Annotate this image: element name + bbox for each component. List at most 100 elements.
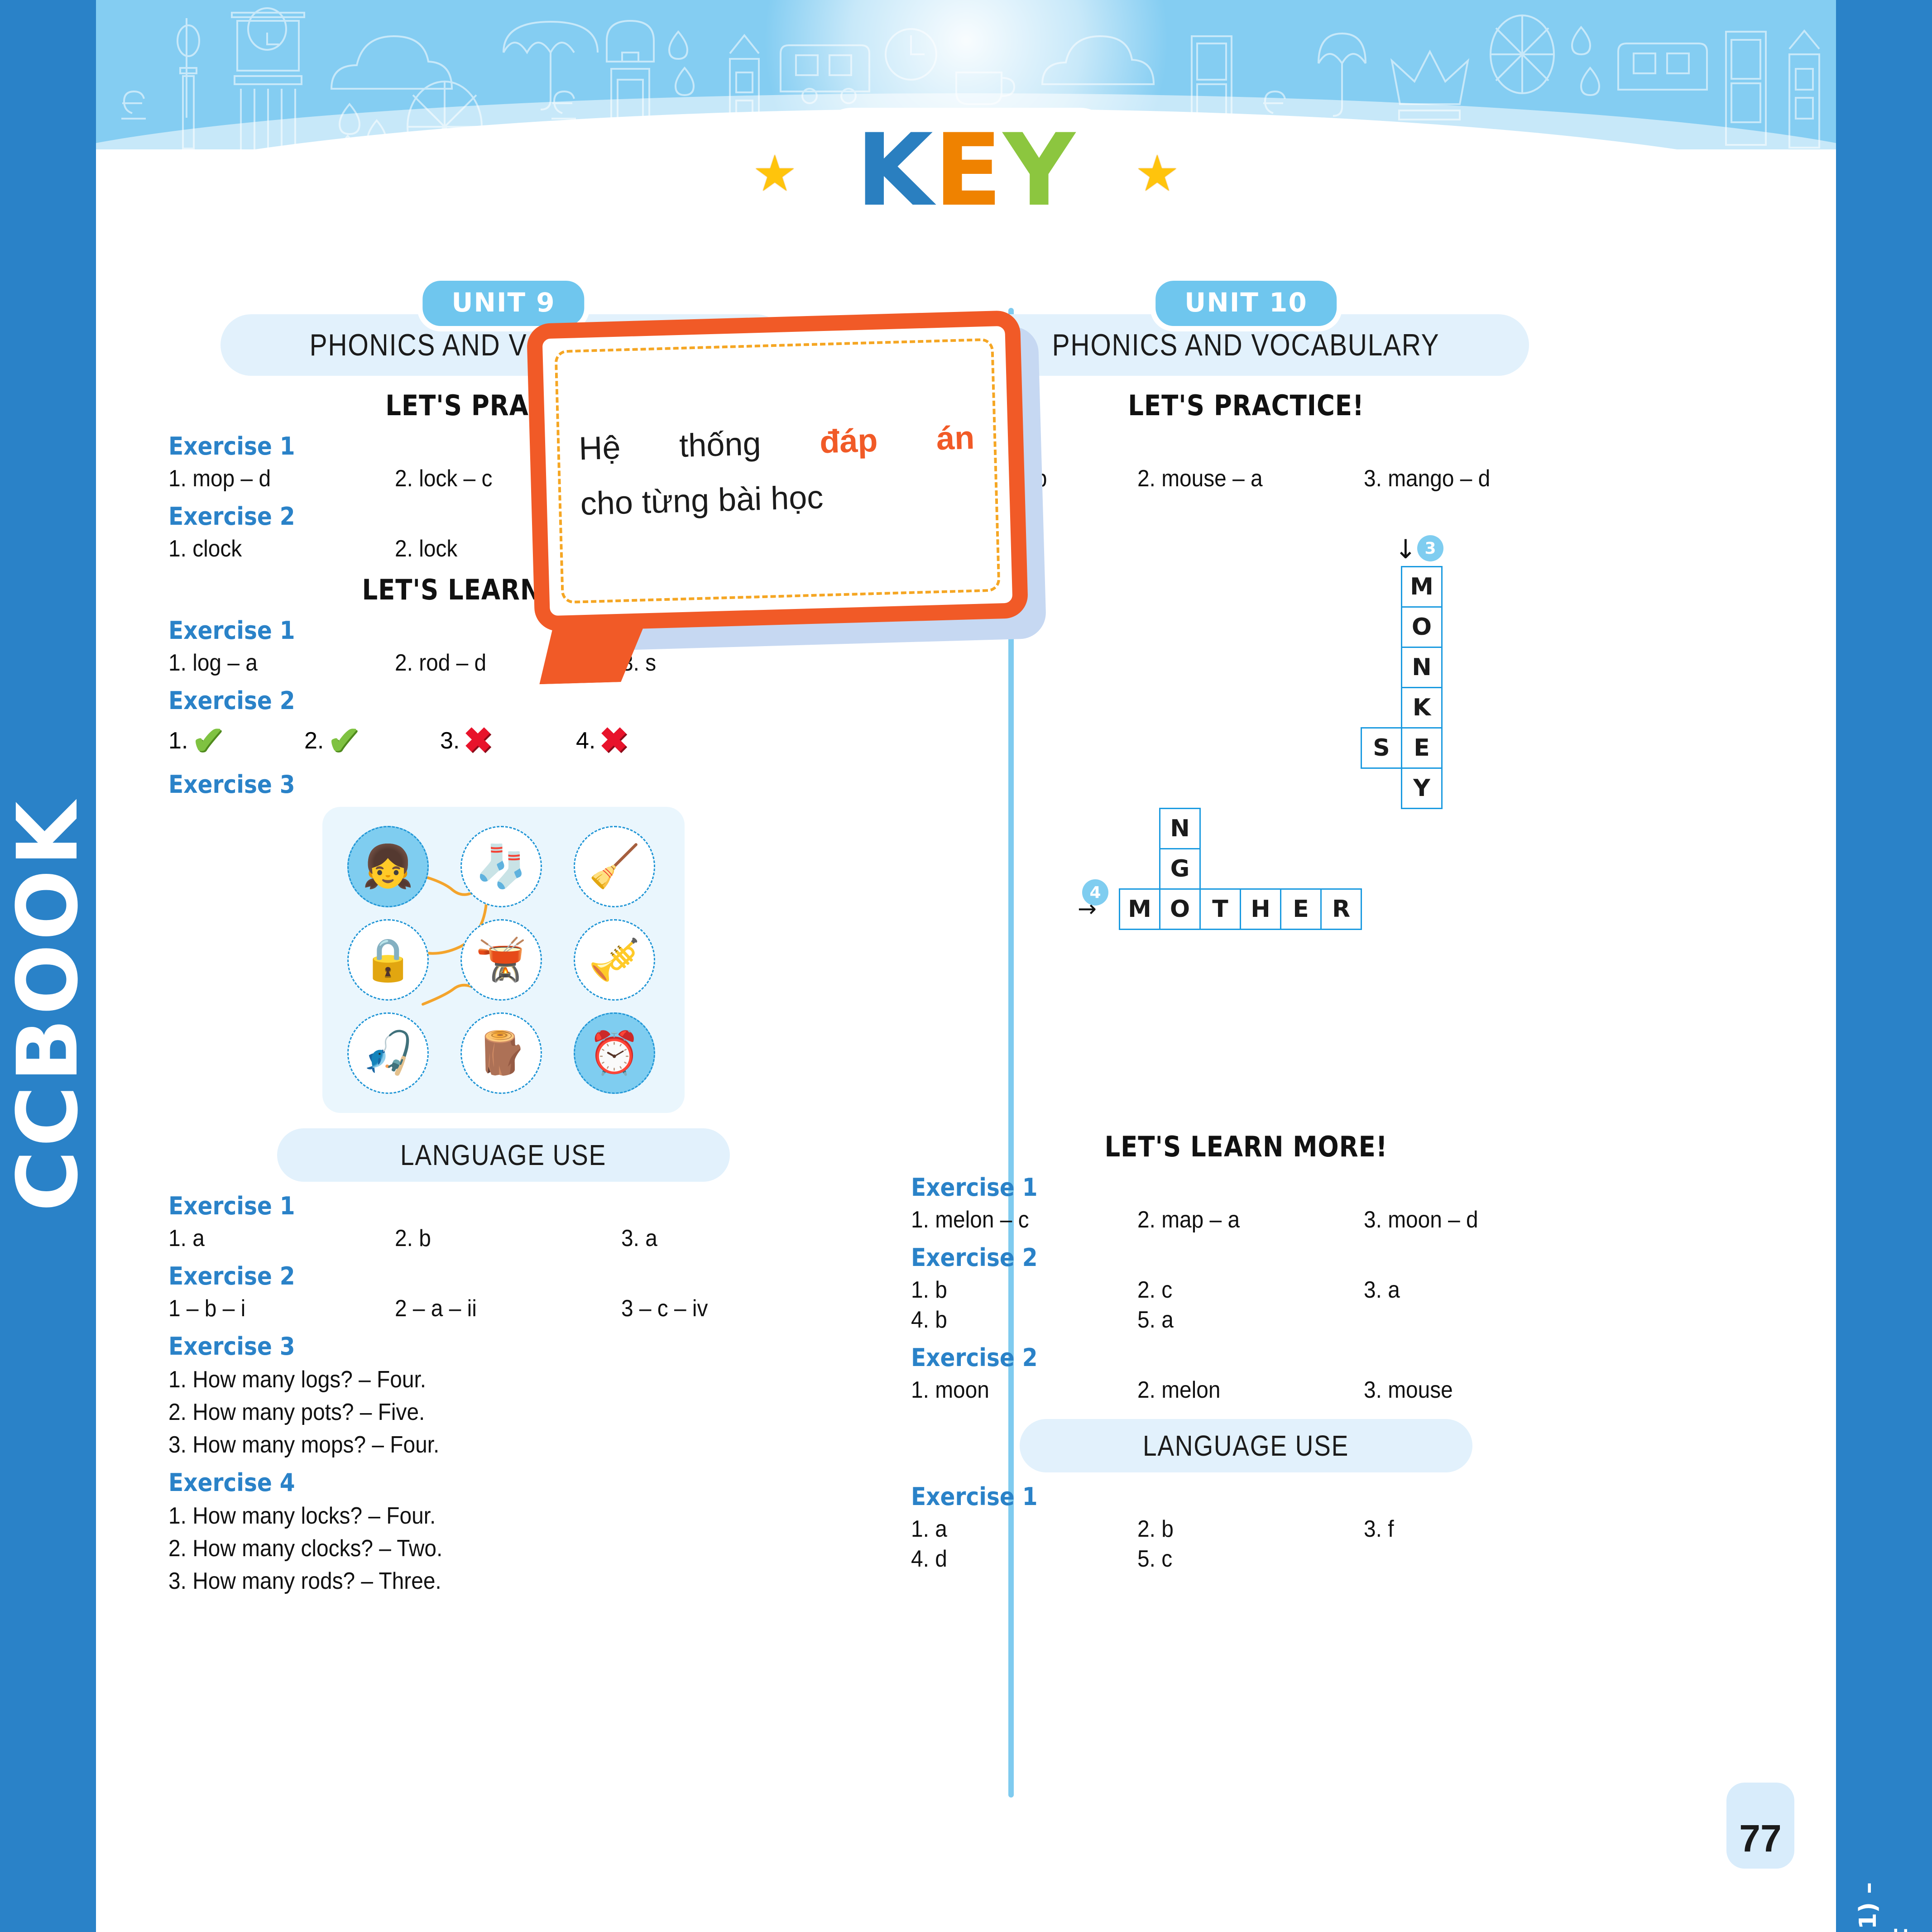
crossword-cell: T [1199, 888, 1241, 930]
answer-cell: 2. c [1137, 1277, 1173, 1303]
answer-cell: 2. mouse – a [1137, 465, 1263, 492]
crossword-cell: M [1119, 888, 1160, 930]
answer-cell: 1. a [168, 1225, 205, 1251]
right-langused-ex1-heading: Exercise 1 [911, 1482, 1038, 1511]
crossword-cell: R [1320, 888, 1362, 930]
answer-line: 2. How many pots? – Five. [168, 1399, 425, 1425]
answer-cell: 5. a [1137, 1307, 1174, 1333]
left-language-use-label: LANGUAGE USE [400, 1139, 607, 1171]
callout-bubble: Hệ thống đáp án cho từng bài học [526, 310, 1029, 632]
crossword-cell: Y [1401, 767, 1443, 809]
picture-cell[interactable]: 👧 [336, 822, 440, 911]
left-langused-ex4-heading: Exercise 4 [168, 1468, 295, 1497]
right-learnmore-ex2b-heading: Exercise 2 [911, 1343, 1038, 1372]
check-icon: ✔ [327, 719, 360, 762]
right-lesson-title-learn-more: LET'S LEARN MORE! [1104, 1130, 1388, 1163]
answer-cell: 5. c [1137, 1546, 1173, 1572]
unit-10-section-label: PHONICS AND VOCABULARY [1052, 328, 1440, 362]
cross-icon: ✖ [599, 721, 628, 760]
mop-icon: 🧹 [574, 826, 655, 907]
right-language-use-label: LANGUAGE USE [1143, 1429, 1349, 1462]
callout-word-thong: thống [679, 425, 762, 464]
answer-cell: 2 – a – ii [395, 1295, 477, 1322]
cross-icon: ✖ [463, 721, 493, 760]
picture-cell[interactable]: 🎣 [336, 1009, 440, 1098]
answer-row: 1. melon – c 2. map – a 3. moon – d [911, 1206, 1581, 1233]
answer-cell: 1. b [911, 1277, 947, 1303]
answer-cell: 1. moon [911, 1377, 989, 1403]
answer-line: 3. How many rods? – Three. [168, 1568, 441, 1594]
true-false-item: 3. ✖ [440, 724, 576, 758]
true-false-item: 2. ✔ [304, 721, 440, 760]
key-letter-y: Y [1003, 112, 1076, 228]
answer-row: 1. a 2. b 3. f [911, 1515, 1581, 1543]
sock-icon: 🧦 [460, 826, 542, 907]
right-language-use-bar: LANGUAGE USE [1020, 1419, 1472, 1472]
item-number: 3. [440, 728, 460, 754]
callout-word-he: Hệ [578, 429, 621, 467]
left-langused-ex2-heading: Exercise 2 [168, 1262, 295, 1290]
left-learnmore-ex2-heading: Exercise 2 [168, 686, 295, 715]
answer-cell [1364, 1306, 1564, 1333]
crossword-down-arrow-icon: ↓ [1395, 534, 1417, 565]
picture-cell[interactable]: 🎺 [562, 916, 666, 1004]
picture-cell[interactable]: 🫕 [449, 916, 553, 1004]
answer-key-page: ★ K E Y ★ UNIT 9 PHONICS AND VOCABULARY … [96, 0, 1836, 1932]
answer-row: 1. b 2. c 3. a [911, 1276, 1581, 1304]
crossword-cell: M [1401, 566, 1443, 608]
picture-matching-box: 👧 🧦 🧹 🔒 🫕 🎺 🎣 🪵 ⏰ [322, 807, 685, 1113]
left-brand-rail: CCBOOK [0, 0, 96, 1932]
key-letter-e: E [934, 112, 1003, 228]
answer-cell: 3. mango – d [1364, 465, 1491, 492]
crossword-cell: O [1159, 888, 1201, 930]
callout-text: Hệ thống đáp án cho từng bài học [577, 359, 978, 583]
answer-line: 3. How many mops? – Four. [168, 1432, 440, 1458]
check-icon: ✔ [192, 719, 225, 762]
page-number-badge: 77 [1726, 1783, 1794, 1869]
answer-row: 1 – b – i 2 – a – ii 3 – c – iv [168, 1295, 839, 1322]
picture-cell[interactable]: 🔒 [336, 916, 440, 1004]
crossword-cell: S [1361, 727, 1402, 769]
true-false-row: 1. ✔ 2. ✔ 3. ✖ 4. ✖ [168, 721, 839, 760]
right-rail-line-1: Build-up 1B – Có đáp án (theo bộ sách Ti… [1854, 1882, 1883, 1932]
crossword-cell: N [1401, 647, 1443, 688]
crossword-cell: E [1401, 727, 1443, 769]
answer-cell: 3. s [621, 650, 657, 676]
true-false-item: 1. ✔ [168, 721, 304, 760]
answer-cell: 2. melon [1137, 1377, 1221, 1403]
answer-row: 4. d 5. c [911, 1545, 1581, 1572]
right-brand-rail: Build-up 1B – Có đáp án (theo bộ sách Ti… [1836, 0, 1932, 1932]
right-rail-line-2: Phát triển vốn từ vựng, cấu trúc câu, kĩ… [1885, 1882, 1914, 1932]
answer-cell: 1. melon – c [911, 1207, 1029, 1233]
unit-10-pill: UNIT 10 [1155, 281, 1337, 326]
callout-line-2: cho từng bài học [580, 479, 824, 523]
crossword-cell: H [1240, 888, 1281, 930]
picture-cell[interactable]: 🧦 [449, 822, 553, 911]
key-letter-k: K [856, 112, 934, 228]
answer-cell: 2. b [395, 1225, 431, 1251]
picture-cell[interactable]: 🧹 [562, 822, 666, 911]
true-false-item: 4. ✖ [576, 724, 712, 758]
star-right-icon: ★ [1135, 146, 1180, 201]
left-language-use-bar: LANGUAGE USE [277, 1128, 730, 1182]
answer-cell: 4. b [911, 1307, 947, 1333]
answer-cell: 3. a [621, 1225, 657, 1251]
answer-cell: 2. map – a [1137, 1207, 1240, 1233]
trumpet-icon: 🎺 [574, 919, 655, 1001]
picture-grid: 👧 🧦 🧹 🔒 🫕 🎺 🎣 🪵 ⏰ [336, 822, 671, 1098]
answer-cell: 1. clock [168, 536, 242, 562]
picture-cell[interactable]: ⏰ [562, 1009, 666, 1098]
crossword-clue-number-3: 3 [1417, 535, 1443, 561]
girl-icon: 👧 [347, 826, 429, 907]
picture-cell[interactable]: 🪵 [449, 1009, 553, 1098]
answer-cell: 2. b [1137, 1516, 1174, 1542]
clock-icon: ⏰ [574, 1012, 655, 1094]
left-langused-ex1-heading: Exercise 1 [168, 1192, 295, 1220]
crossword-cell: N [1159, 808, 1201, 849]
pot-icon: 🫕 [460, 919, 542, 1001]
item-number: 1. [168, 728, 188, 754]
answer-cell: 3 – c – iv [621, 1295, 708, 1322]
callout-line-1: Hệ thống đáp án [578, 410, 975, 476]
crossword-cell: E [1280, 888, 1322, 930]
right-learnmore-ex1-heading: Exercise 1 [911, 1173, 1038, 1202]
